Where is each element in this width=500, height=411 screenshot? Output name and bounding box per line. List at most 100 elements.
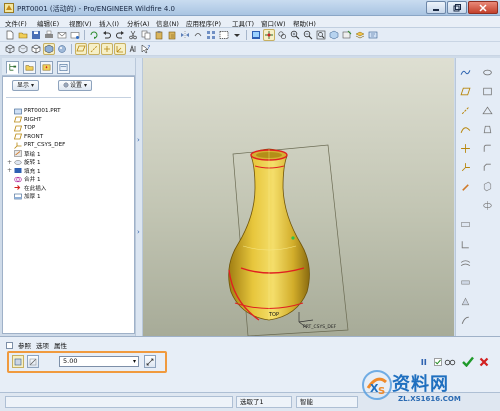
menu-info[interactable]: 信息(N) xyxy=(156,18,179,28)
reorient-button[interactable] xyxy=(328,29,340,41)
undo-button[interactable] xyxy=(101,29,113,41)
hidden-line-button[interactable] xyxy=(17,43,29,55)
menu-view[interactable]: 视图(V) xyxy=(69,18,92,28)
datum-points-toggle[interactable] xyxy=(101,43,113,55)
annotation-toggle[interactable] xyxy=(127,43,139,55)
tab-connections[interactable] xyxy=(57,61,70,74)
datum-axes-toggle[interactable] xyxy=(88,43,100,55)
enhanced-realism-button[interactable] xyxy=(56,43,68,55)
tab-references[interactable]: 参照 xyxy=(18,340,31,350)
hole-tool[interactable] xyxy=(481,66,494,79)
tree-item[interactable]: 合并 1 xyxy=(7,175,135,184)
shell-tool[interactable] xyxy=(481,85,494,98)
tree-item[interactable]: 在此插入 xyxy=(7,184,135,193)
minimize-button[interactable] xyxy=(426,1,446,14)
saved-views-button[interactable] xyxy=(341,29,353,41)
no-hidden-button[interactable] xyxy=(30,43,42,55)
paste-button[interactable] xyxy=(153,29,165,41)
regenerate-button[interactable] xyxy=(88,29,100,41)
restore-button[interactable] xyxy=(447,1,467,14)
show-menu-button[interactable]: 显示 ▾ xyxy=(12,80,40,91)
menu-file[interactable]: 文件(F) xyxy=(5,18,27,28)
shading-button[interactable] xyxy=(43,43,55,55)
axis-tool[interactable] xyxy=(459,104,472,117)
zoom-in-button[interactable] xyxy=(289,29,301,41)
repeat-button[interactable] xyxy=(192,29,204,41)
new-button[interactable] xyxy=(4,29,16,41)
menu-window[interactable]: 窗口(W) xyxy=(261,18,286,28)
revolve-tool[interactable] xyxy=(481,199,494,212)
remove-material-button[interactable] xyxy=(27,355,39,368)
extrude-tool[interactable] xyxy=(481,180,494,193)
chamfer-tool[interactable] xyxy=(481,161,494,174)
close-window-button[interactable] xyxy=(468,1,498,14)
csys-toggle[interactable] xyxy=(114,43,126,55)
paste-special-button[interactable] xyxy=(166,29,178,41)
round-tool[interactable] xyxy=(481,142,494,155)
style-tool[interactable] xyxy=(459,314,472,327)
zoom-out-button[interactable] xyxy=(302,29,314,41)
selection-filter[interactable]: 智能 xyxy=(296,396,358,408)
tree-item[interactable]: RIGHT xyxy=(7,116,135,125)
tab-model-tree[interactable] xyxy=(6,61,19,74)
email-button[interactable] xyxy=(56,29,68,41)
save-button[interactable] xyxy=(30,29,42,41)
select-filter-button[interactable] xyxy=(218,29,230,41)
email-link-button[interactable] xyxy=(69,29,81,41)
view-manager-button[interactable] xyxy=(367,29,379,41)
panel-splitter[interactable]: › › xyxy=(135,58,143,336)
thickness-input[interactable]: 5.00 ▾ xyxy=(59,356,139,367)
offset-tool[interactable] xyxy=(459,257,472,270)
sketch-tool[interactable] xyxy=(459,180,472,193)
solidify-tool[interactable] xyxy=(459,295,472,308)
refit-button[interactable] xyxy=(315,29,327,41)
model-view[interactable]: TOP PRT_CSYS_DEF xyxy=(143,58,454,336)
point-tool[interactable] xyxy=(459,142,472,155)
flip-direction-button[interactable] xyxy=(144,355,156,368)
menu-help[interactable]: 帮助(H) xyxy=(293,18,316,28)
pattern-button[interactable] xyxy=(205,29,217,41)
select-dropdown-button[interactable] xyxy=(231,29,243,41)
csys-tool[interactable] xyxy=(459,161,472,174)
orient-mode-button[interactable] xyxy=(276,29,288,41)
mirror-button[interactable] xyxy=(179,29,191,41)
menu-analysis[interactable]: 分析(A) xyxy=(127,18,150,28)
tab-properties[interactable]: 属性 xyxy=(54,340,67,350)
repaint-button[interactable] xyxy=(250,29,262,41)
tree-item[interactable]: PRT_CSYS_DEF xyxy=(7,141,135,150)
open-button[interactable] xyxy=(17,29,29,41)
tree-item[interactable]: + 填充 1 xyxy=(7,167,135,176)
tree-item[interactable]: FRONT xyxy=(7,133,135,142)
wireframe-button[interactable] xyxy=(4,43,16,55)
dashboard-toggle-checkbox[interactable] xyxy=(6,341,13,349)
print-button[interactable] xyxy=(43,29,55,41)
tree-item[interactable]: TOP xyxy=(7,124,135,133)
solid-thicken-button[interactable] xyxy=(12,355,24,368)
whats-this-button[interactable]: ? xyxy=(140,43,152,55)
rib-tool[interactable] xyxy=(481,104,494,117)
trim-tool[interactable] xyxy=(459,238,472,251)
menu-edit[interactable]: 编辑(E) xyxy=(37,18,59,28)
plane-tool[interactable] xyxy=(459,85,472,98)
cut-button[interactable] xyxy=(127,29,139,41)
draft-tool[interactable] xyxy=(481,123,494,136)
merge-tool[interactable] xyxy=(459,218,472,231)
graphics-window[interactable]: TOP PRT_CSYS_DEF xyxy=(143,58,454,336)
datum-plane-tool[interactable] xyxy=(459,66,472,79)
menu-insert[interactable]: 插入(I) xyxy=(99,18,119,28)
tab-favorites[interactable] xyxy=(40,61,53,74)
menu-tools[interactable]: 工具(T) xyxy=(232,18,254,28)
thicken-tool[interactable] xyxy=(459,276,472,289)
settings-menu-button[interactable]: 设置 ▾ xyxy=(58,80,93,91)
tree-item[interactable]: 加厚 1 xyxy=(7,192,135,201)
sketched-curve-tool[interactable] xyxy=(459,123,472,136)
tree-item[interactable]: + 旋转 1 xyxy=(7,158,135,167)
datum-planes-toggle[interactable] xyxy=(75,43,87,55)
tree-item[interactable]: 草绘 1 xyxy=(7,150,135,159)
thickness-dropdown-icon[interactable]: ▾ xyxy=(133,357,136,366)
layers-button[interactable] xyxy=(354,29,366,41)
tab-options[interactable]: 选项 xyxy=(36,340,49,350)
spin-center-button[interactable] xyxy=(263,29,275,41)
redo-button[interactable] xyxy=(114,29,126,41)
tab-folder-browser[interactable] xyxy=(23,61,36,74)
